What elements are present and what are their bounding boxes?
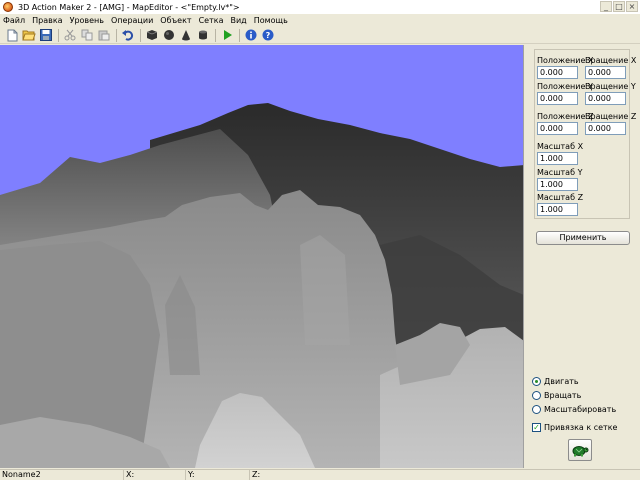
open-folder-icon[interactable] <box>22 28 36 42</box>
undo-icon[interactable] <box>121 28 135 42</box>
mode-scale-label: Масштабировать <box>544 405 617 414</box>
turtle-icon <box>572 446 589 457</box>
copy-icon[interactable] <box>80 28 94 42</box>
apply-button[interactable]: Применить <box>536 231 630 245</box>
status-y-coordinate: Y: <box>186 470 250 480</box>
mode-rotate-option[interactable]: Вращать <box>532 391 581 400</box>
window-controls: _ □ × <box>600 1 638 12</box>
rotation-z-label: Вращение Z <box>585 112 637 121</box>
play-icon[interactable] <box>220 28 234 42</box>
toolbar-separator <box>116 28 117 42</box>
radio-icon[interactable] <box>532 405 541 414</box>
status-filename: Noname2 <box>0 470 124 480</box>
menu-edit[interactable]: Правка <box>32 16 62 25</box>
app-icon[interactable] <box>3 2 13 12</box>
toolbar-separator <box>58 28 59 42</box>
toolbar-separator <box>239 28 240 42</box>
menu-view[interactable]: Вид <box>230 16 246 25</box>
position-y-field[interactable] <box>537 92 578 105</box>
mode-move-option[interactable]: Двигать <box>532 377 579 386</box>
rotation-x-label: Вращение X <box>585 56 637 65</box>
toolbar: ? <box>0 27 640 44</box>
help-icon[interactable]: ? <box>261 28 275 42</box>
rotation-x-field[interactable] <box>585 66 626 79</box>
scale-x-field[interactable] <box>537 152 578 165</box>
menu-object[interactable]: Объект <box>160 16 191 25</box>
rotation-y-label: Вращение Y <box>585 82 636 91</box>
toolbar-separator <box>140 28 141 42</box>
mode-scale-option[interactable]: Масштабировать <box>532 405 616 414</box>
menu-level[interactable]: Уровень <box>70 16 104 25</box>
sphere-icon[interactable] <box>162 28 176 42</box>
svg-text:?: ? <box>266 31 271 40</box>
scale-y-field[interactable] <box>537 178 578 191</box>
snap-to-grid-option[interactable]: ✓ Привязка к сетке <box>532 423 617 432</box>
toolbar-separator <box>215 28 216 42</box>
cut-icon[interactable] <box>63 28 77 42</box>
menu-file[interactable]: Файл <box>3 16 25 25</box>
3d-viewport[interactable] <box>0 45 524 468</box>
scale-x-label: Масштаб X <box>537 142 584 151</box>
checkbox-checked-icon[interactable]: ✓ <box>532 423 541 432</box>
title-bar: 3D Action Maker 2 - [AMG] - MapEditor - … <box>0 0 640 14</box>
menu-bar: Файл Правка Уровень Операции Объект Сетк… <box>0 14 640 27</box>
scale-y-label: Масштаб Y <box>537 168 583 177</box>
radio-icon[interactable] <box>532 391 541 400</box>
status-x-coordinate: X: <box>124 470 186 480</box>
new-file-icon[interactable] <box>5 28 19 42</box>
close-button[interactable]: × <box>626 1 638 12</box>
transform-group: Положение X Вращение X Положение Y Враще… <box>534 49 636 219</box>
mode-move-label: Двигать <box>544 377 579 386</box>
menu-help[interactable]: Помощь <box>254 16 288 25</box>
status-z-coordinate: Z: <box>252 470 261 479</box>
terrain-render <box>0 45 523 468</box>
rotation-y-field[interactable] <box>585 92 626 105</box>
properties-panel: Положение X Вращение X Положение Y Враще… <box>528 45 640 468</box>
position-x-field[interactable] <box>537 66 578 79</box>
mode-rotate-label: Вращать <box>544 391 582 400</box>
window-title: 3D Action Maker 2 - [AMG] - MapEditor - … <box>18 2 240 12</box>
cone-icon[interactable] <box>179 28 193 42</box>
minimize-button[interactable]: _ <box>600 1 612 12</box>
position-z-field[interactable] <box>537 122 578 135</box>
paste-icon[interactable] <box>97 28 111 42</box>
maximize-button[interactable]: □ <box>613 1 625 12</box>
status-bar: Noname2 X: Y: Z: <box>0 469 640 480</box>
save-icon[interactable] <box>39 28 53 42</box>
menu-operations[interactable]: Операции <box>111 16 153 25</box>
cube-icon[interactable] <box>145 28 159 42</box>
menu-grid[interactable]: Сетка <box>199 16 224 25</box>
rotation-z-field[interactable] <box>585 122 626 135</box>
turtle-button[interactable] <box>568 439 592 461</box>
snap-to-grid-label: Привязка к сетке <box>544 423 618 432</box>
info-icon[interactable] <box>244 28 258 42</box>
scale-z-field[interactable] <box>537 203 578 216</box>
radio-selected-icon[interactable] <box>532 377 541 386</box>
cylinder-icon[interactable] <box>196 28 210 42</box>
scale-z-label: Масштаб Z <box>537 193 584 202</box>
